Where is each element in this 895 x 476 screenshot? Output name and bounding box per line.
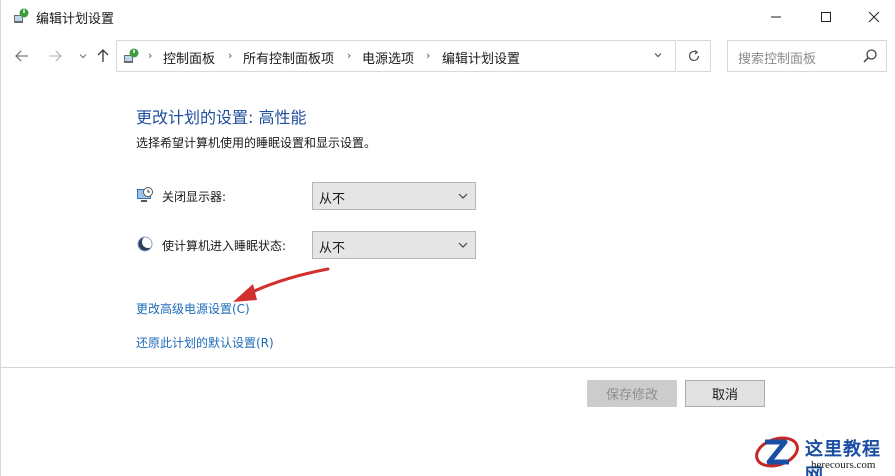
arrow-right-icon (49, 50, 62, 62)
recent-locations-button[interactable] (73, 46, 93, 66)
turn-off-display-value: 从不 (319, 192, 346, 207)
refresh-icon (688, 50, 699, 62)
page-description: 选择希望计算机使用的睡眠设置和显示设置。 (136, 136, 377, 150)
chevron-down-icon (458, 193, 468, 199)
breadcrumb-power-options[interactable]: 电源选项 (362, 48, 414, 67)
edit-plan-settings-window: 编辑计划设置 › 控制面板 › 所有控制面板项 › 电源选项 › 编辑计划设置 … (0, 0, 895, 476)
chevron-down-icon[interactable] (653, 50, 663, 60)
chevron-right-icon: › (148, 49, 153, 62)
chevron-right-icon: › (228, 49, 233, 62)
power-options-icon (14, 8, 29, 23)
breadcrumb-edit-plan[interactable]: 编辑计划设置 (442, 48, 520, 67)
advanced-power-settings-link[interactable]: 更改高级电源设置(C) (136, 300, 250, 317)
footer-divider (1, 367, 895, 368)
watermark-logo (755, 436, 799, 468)
moon-icon (137, 236, 154, 252)
search-input[interactable]: 搜索控制面板 (738, 48, 816, 67)
chevron-right-icon: › (347, 49, 352, 62)
address-bar[interactable]: › 控制面板 › 所有控制面板项 › 电源选项 › 编辑计划设置 (116, 40, 676, 72)
close-icon (868, 11, 880, 23)
arrow-left-icon (15, 50, 28, 62)
monitor-icon (137, 187, 153, 202)
close-button[interactable] (851, 0, 895, 34)
chevron-right-icon: › (426, 49, 431, 62)
back-button[interactable] (12, 46, 32, 66)
minimize-button[interactable] (753, 0, 799, 34)
turn-off-display-label: 关闭显示器: (162, 190, 227, 204)
breadcrumb-control-panel[interactable]: 控制面板 (163, 48, 215, 67)
watermark-url: herecours.com (811, 459, 876, 471)
page-title: 更改计划的设置: 高性能 (136, 108, 307, 127)
navigation-bar: › 控制面板 › 所有控制面板项 › 电源选项 › 编辑计划设置 搜索控制面板 (1, 38, 895, 74)
search-box[interactable]: 搜索控制面板 (727, 40, 887, 72)
arrow-up-icon (97, 49, 109, 62)
cancel-button[interactable]: 取消 (685, 380, 765, 407)
maximize-icon (821, 12, 831, 22)
sleep-label: 使计算机进入睡眠状态: (162, 239, 287, 253)
forward-button[interactable] (45, 46, 65, 66)
restore-defaults-link[interactable]: 还原此计划的默认设置(R) (136, 334, 274, 351)
breadcrumb-all-items[interactable]: 所有控制面板项 (243, 48, 334, 67)
control-panel-icon (124, 48, 139, 63)
title-bar: 编辑计划设置 (1, 0, 895, 34)
minimize-icon (771, 16, 781, 18)
chevron-down-icon (458, 242, 468, 248)
turn-off-display-select[interactable]: 从不 (312, 182, 476, 210)
search-icon[interactable] (862, 48, 878, 64)
save-changes-button[interactable]: 保存修改 (587, 380, 677, 407)
window-title: 编辑计划设置 (36, 12, 115, 27)
maximize-button[interactable] (803, 0, 849, 34)
sleep-select[interactable]: 从不 (312, 231, 476, 259)
chevron-down-icon (79, 54, 87, 59)
sleep-value: 从不 (319, 241, 346, 256)
up-button[interactable] (93, 46, 113, 66)
refresh-button[interactable] (677, 40, 711, 72)
